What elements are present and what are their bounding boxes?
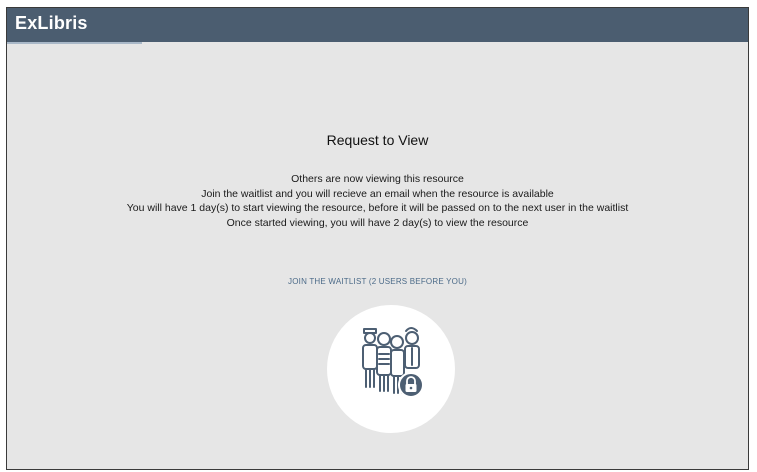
header-accent-line (7, 42, 142, 44)
join-waitlist-button[interactable]: JOIN THE WAITLIST (2 USERS BEFORE YOU) (7, 277, 748, 286)
header-bar: ExLibris (7, 8, 748, 42)
person-2-icon (376, 332, 392, 392)
info-line-email: Join the waitlist and you will recieve a… (201, 187, 554, 200)
waitlist-people-lock-icon (327, 305, 455, 433)
page-title: Request to View (326, 132, 429, 148)
info-line-view-window: Once started viewing, you will have 2 da… (226, 216, 529, 229)
person-1-icon (362, 328, 378, 388)
info-line-start-window: You will have 1 day(s) to start viewing … (126, 202, 629, 214)
info-line-viewing: Others are now viewing this resource (291, 173, 464, 185)
exlibris-logo: ExLibris (15, 13, 88, 33)
lock-badge-icon (398, 372, 424, 398)
waitlist-info: Others are now viewing this resource Joi… (7, 172, 748, 230)
app-frame: ExLibris Request to View Others are now … (6, 7, 749, 470)
person-4-icon (404, 327, 420, 369)
